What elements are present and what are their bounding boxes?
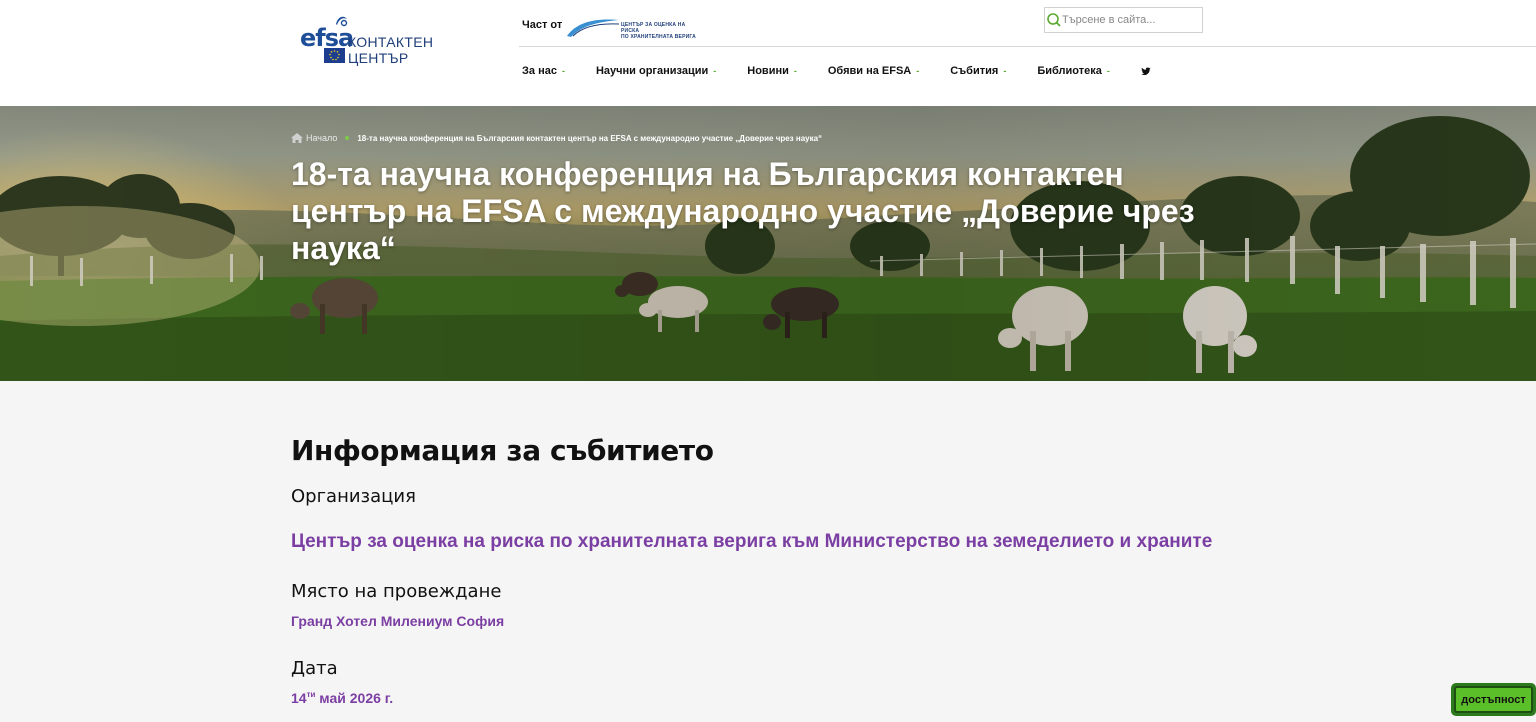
twitter-icon[interactable] (1141, 66, 1151, 76)
home-icon[interactable] (291, 133, 303, 143)
breadcrumb: Начало 18-та научна конференция на Бълга… (291, 133, 822, 143)
breadcrumb-separator (345, 136, 350, 140)
search-icon[interactable] (1046, 12, 1062, 28)
chevron-down-icon: - (713, 66, 717, 76)
event-info-heading: Информация за събитието (291, 434, 714, 467)
search-input[interactable] (1062, 11, 1200, 29)
chevron-down-icon: - (1003, 66, 1007, 76)
nav-item-events[interactable]: Събития - (950, 65, 1006, 77)
eu-flag-icon (324, 48, 345, 63)
nav-item-scientific-organizations[interactable]: Научни организации - (596, 65, 716, 77)
logo-text: КОНТАКТЕН ЦЕНТЪР (348, 34, 434, 66)
accessibility-button[interactable]: достъпност (1451, 683, 1536, 716)
chevron-down-icon: - (916, 66, 920, 76)
site-header: efsa КОНТАКТЕН ЦЕНТЪР Част от ЦЕНТЪР ЗА … (0, 0, 1536, 106)
organization-link[interactable]: Център за оценка на риска по хранителнат… (291, 531, 1212, 553)
chevron-down-icon: - (561, 66, 565, 76)
nav-item-efsa-announcements[interactable]: Обяви на EFSA - (828, 65, 919, 77)
main-nav: За нас - Научни организации - Новини - Обяв… (522, 63, 1151, 79)
date-value: 14ти май 2026 г. (291, 690, 394, 706)
breadcrumb-home[interactable]: Начало (306, 133, 337, 143)
partner-swoosh-icon (567, 19, 620, 37)
date-label: Дата (291, 658, 338, 679)
page-title: 18-та научна конференция на Българския к… (291, 156, 1195, 266)
search-box[interactable] (1044, 7, 1203, 33)
twitter-link[interactable] (1141, 66, 1151, 76)
nav-item-news[interactable]: Новини - (747, 65, 797, 77)
chevron-down-icon: - (1106, 66, 1110, 76)
chevron-down-icon: - (793, 66, 797, 76)
venue-label: Място на провеждане (291, 581, 502, 602)
partner-logo-text: ЦЕНТЪР ЗА ОЦЕНКА НА РИСКА ПО ХРАНИТЕЛНАТ… (621, 22, 696, 40)
header-divider (519, 46, 1536, 47)
breadcrumb-current: 18-та научна конференция на Българския к… (357, 133, 823, 143)
venue-value: Гранд Хотел Милениум София (291, 613, 505, 629)
nav-item-about[interactable]: За нас - (522, 65, 565, 77)
organization-label: Организация (291, 486, 416, 507)
efsa-logo[interactable]: efsa КОНТАКТЕН ЦЕНТЪР (298, 14, 498, 68)
part-of-label: Част от (522, 19, 563, 31)
nav-item-library[interactable]: Библиотека - (1037, 65, 1110, 77)
partner-logo[interactable]: ЦЕНТЪР ЗА ОЦЕНКА НА РИСКА ПО ХРАНИТЕЛНАТ… (565, 16, 705, 40)
